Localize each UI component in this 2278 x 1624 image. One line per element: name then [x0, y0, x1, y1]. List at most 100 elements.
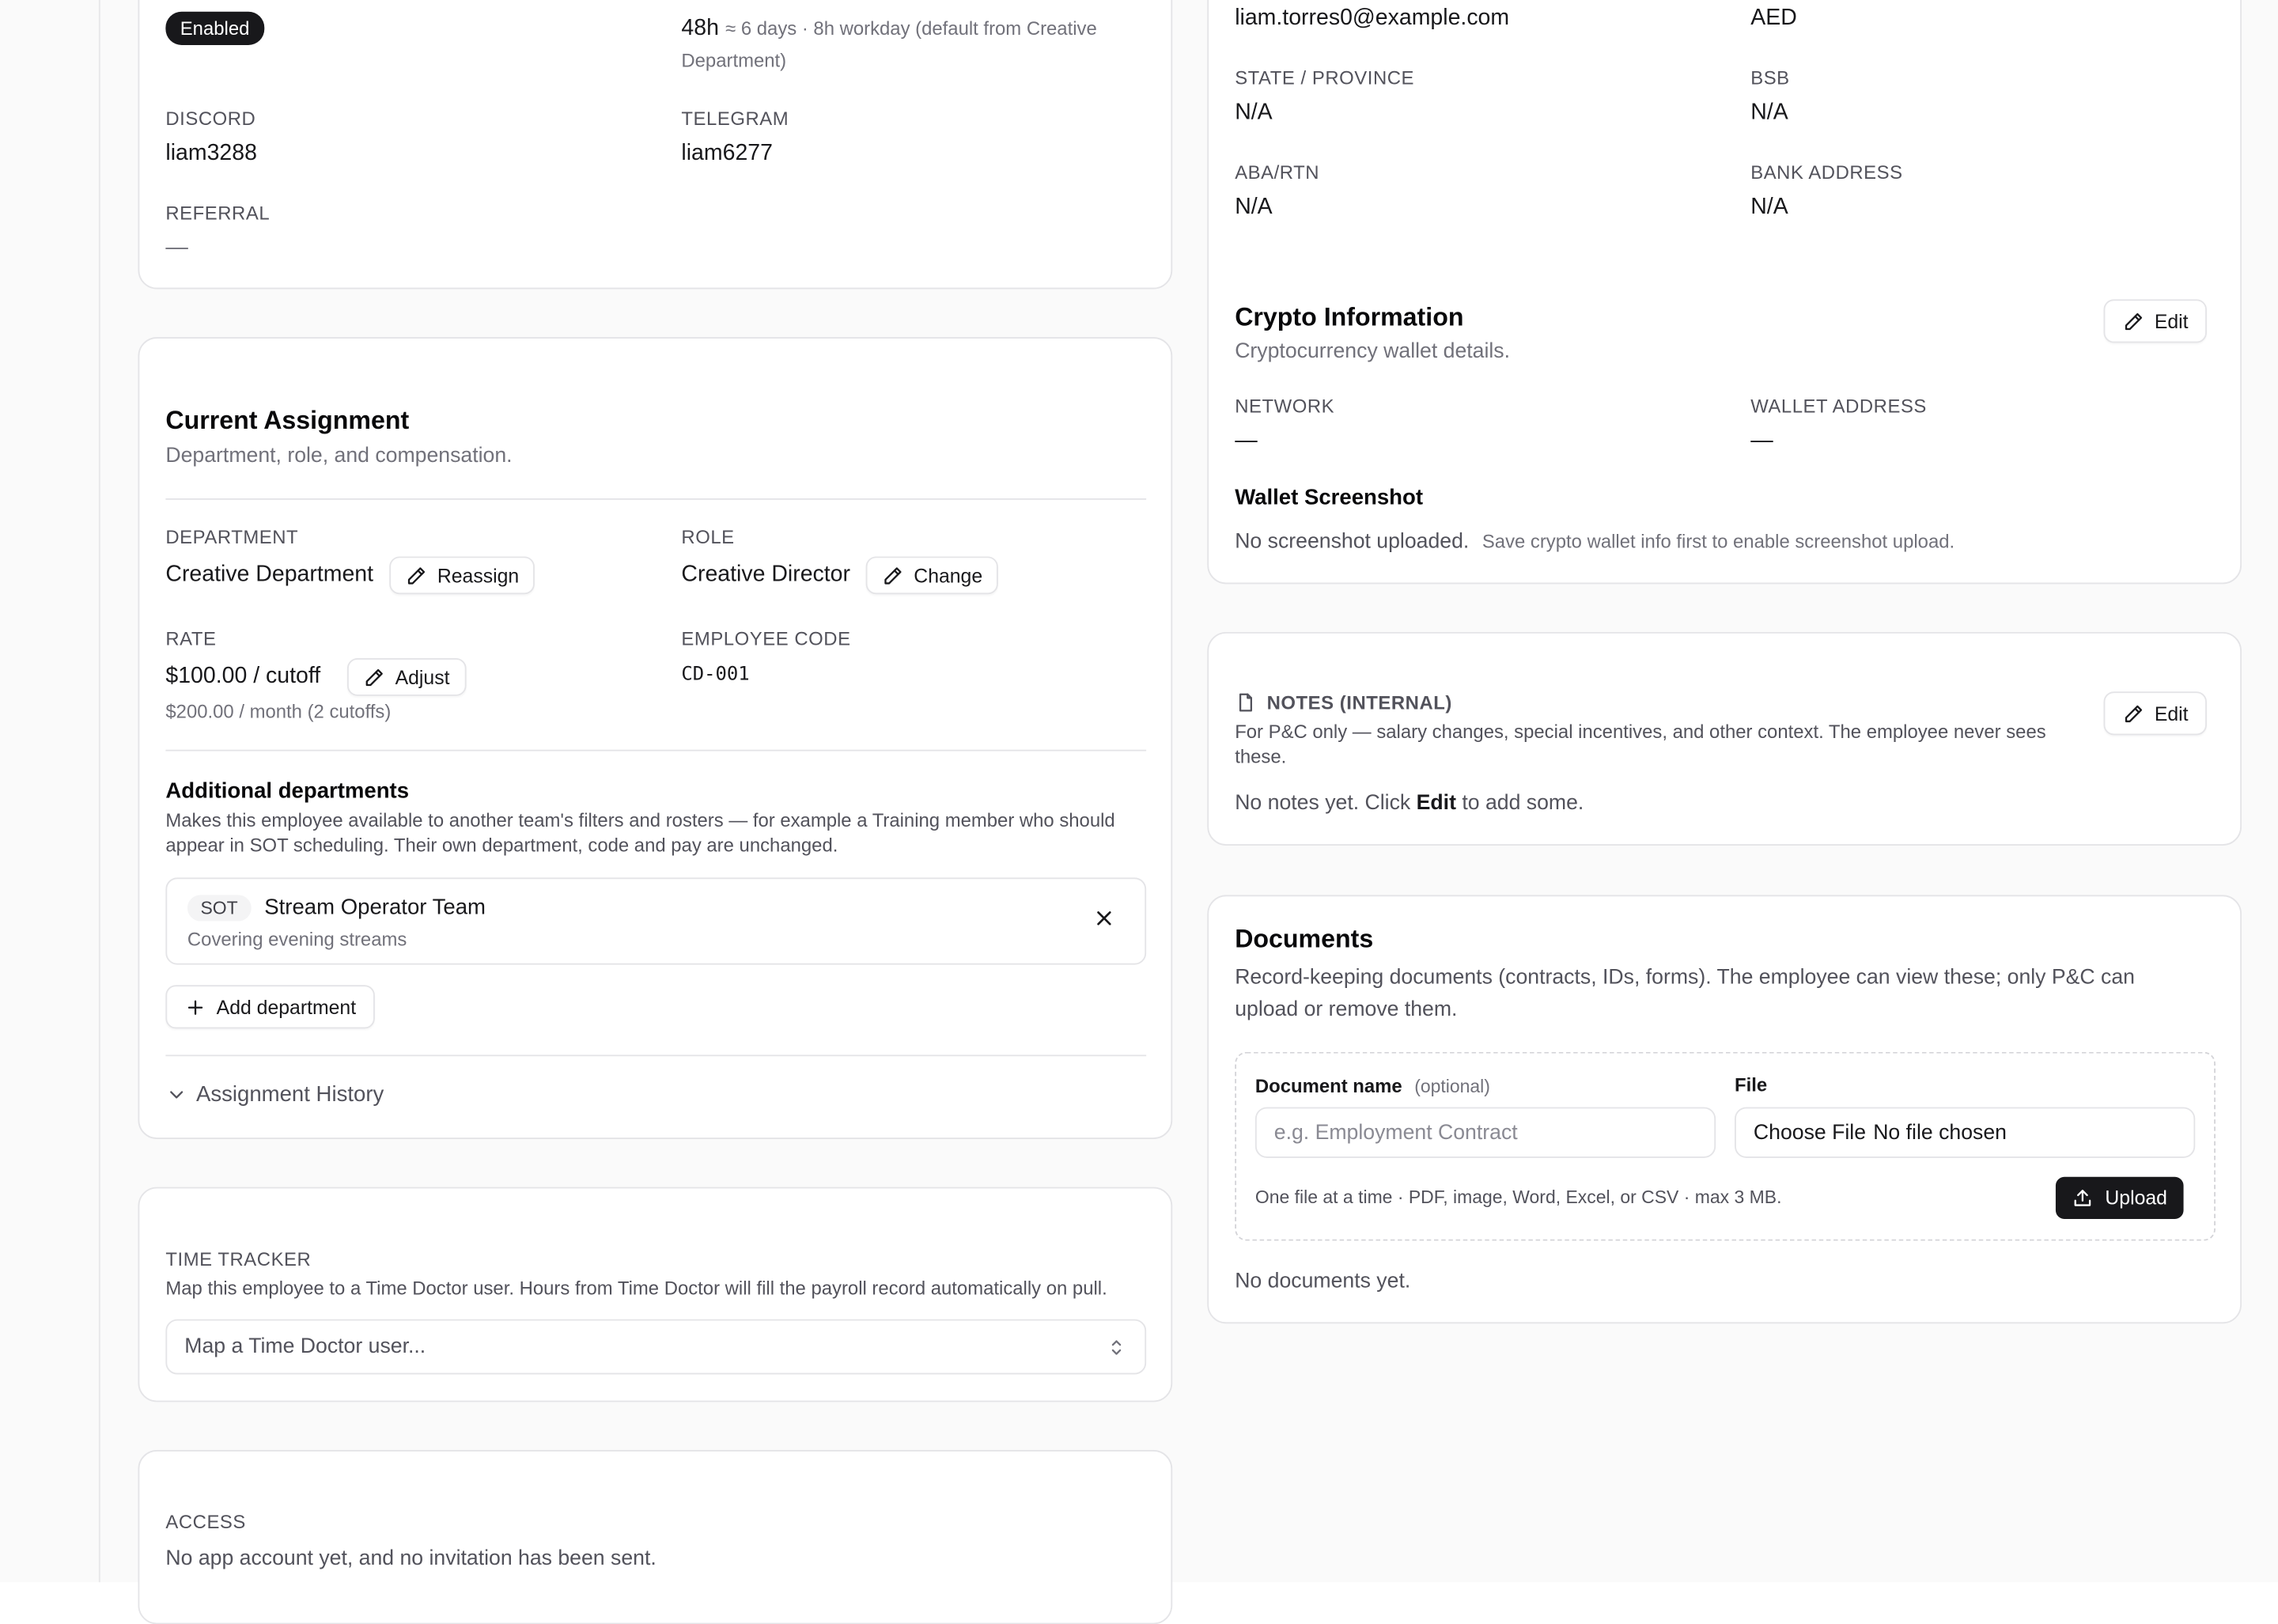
screenshot-status-text: No screenshot uploaded. [1235, 530, 1470, 554]
add-department-button[interactable]: Add department [165, 985, 375, 1029]
reassign-button[interactable]: Reassign [389, 556, 535, 595]
notes-empty-pre: No notes yet. Click [1235, 792, 1411, 816]
add-department-label: Add department [216, 996, 357, 1018]
no-file-text: No file chosen [1873, 1121, 2007, 1145]
notes-empty: No notes yet. Click Edit to add some. [1235, 792, 1584, 815]
telegram-value: liam6277 [681, 141, 773, 166]
upload-icon [2074, 1190, 2091, 1206]
document-name-optional: (optional) [1414, 1076, 1490, 1097]
assignment-subtitle: Department, role, and compensation. [165, 445, 513, 468]
documents-desc-2: upload or remove them. [1235, 997, 1458, 1022]
sidebar [0, 0, 100, 1583]
access-label: ACCESS [165, 1511, 246, 1533]
crypto-subtitle: Cryptocurrency wallet details. [1235, 339, 1511, 364]
documents-title: Documents [1235, 924, 1374, 953]
discord-label: DISCORD [165, 107, 256, 130]
document-name-placeholder: e.g. Employment Contract [1273, 1121, 1518, 1145]
department-value: Creative Department [165, 562, 374, 588]
rate-monthly: $200.00 / month (2 cutoffs) [165, 700, 392, 722]
file-input[interactable]: Choose File No file chosen [1735, 1107, 2196, 1158]
extra-department-item: SOT Stream Operator Team Covering evenin… [165, 877, 1147, 965]
workday-detail: ≈ 6 days · 8h workday (default from Crea… [725, 17, 1097, 40]
notes-desc-2: these. [1235, 745, 1287, 767]
bsb-value: N/A [1750, 100, 1788, 125]
plus-icon [187, 999, 203, 1015]
referral-value: — [165, 235, 188, 260]
notes-edit-label: Edit [2154, 702, 2189, 725]
change-role-button[interactable]: Change [865, 556, 999, 595]
documents-empty: No documents yet. [1235, 1270, 1411, 1293]
additional-desc-1: Makes this employee available to another… [165, 809, 1115, 831]
notes-empty-link[interactable]: Edit [1417, 792, 1456, 815]
department-label: DEPARTMENT [165, 525, 299, 548]
network-value: — [1235, 428, 1258, 454]
pencil-icon [884, 566, 902, 584]
notes-edit-button[interactable]: Edit [2103, 691, 2208, 736]
extra-department-note: Covering evening streams [187, 928, 407, 951]
assignment-history-label: Assignment History [195, 1082, 384, 1107]
upload-hint: One file at a time · PDF, image, Word, E… [1254, 1187, 1782, 1208]
referral-label: REFERRAL [165, 202, 271, 224]
file-icon [1239, 693, 1253, 712]
workday-info: 48h ≈ 6 days · 8h workday (default from … [681, 13, 1146, 78]
employee-code-value: CD-001 [681, 664, 750, 686]
close-icon[interactable] [1088, 903, 1120, 934]
assignment-title: Current Assignment [165, 405, 410, 435]
documents-desc-1: Record-keeping documents (contracts, IDs… [1235, 966, 2136, 990]
email-value: liam.torres0@example.com [1235, 6, 1510, 31]
access-card: ACCESS No app account yet, and no invita… [138, 1450, 1173, 1624]
adjust-rate-button[interactable]: Adjust [346, 658, 466, 696]
chevron-up-down-icon [1111, 1339, 1122, 1354]
documents-card: Documents Record-keeping documents (cont… [1207, 895, 2242, 1324]
payment-card: liam.torres0@example.com AED STATE / PRO… [1207, 0, 2242, 585]
assignment-card: Current Assignment Department, role, and… [138, 337, 1173, 1139]
wallet-address-value: — [1750, 428, 1773, 454]
pencil-icon [407, 566, 426, 584]
profile-card: Enabled 48h ≈ 6 days · 8h workday (defau… [138, 0, 1173, 290]
employee-code-label: EMPLOYEE CODE [681, 627, 851, 650]
workday-hours: 48h [681, 16, 719, 41]
time-tracker-label: TIME TRACKER [165, 1247, 312, 1270]
additional-departments-title: Additional departments [165, 778, 410, 804]
file-label: File [1735, 1073, 1768, 1096]
notes-header: NOTES (INTERNAL) [1235, 691, 1452, 714]
document-name-label: Document name (optional) [1255, 1073, 1490, 1100]
choose-file-button[interactable]: Choose File [1754, 1121, 1866, 1144]
time-doctor-select[interactable]: Map a Time Doctor user... [165, 1319, 1147, 1375]
crypto-title: Crypto Information [1235, 302, 1464, 331]
crypto-edit-label: Edit [2154, 310, 2189, 332]
state-label: STATE / PROVINCE [1235, 66, 1415, 89]
wallet-screenshot-status: No screenshot uploaded. Save crypto wall… [1235, 530, 1954, 553]
upload-label: Upload [2105, 1187, 2167, 1209]
adjust-label: Adjust [395, 666, 450, 688]
upload-zone: Document name (optional) e.g. Employment… [1235, 1051, 2216, 1241]
role-value: Creative Director [681, 562, 850, 588]
assignment-history-toggle[interactable]: Assignment History [165, 1082, 384, 1107]
screenshot-hint: Save crypto wallet info first to enable … [1481, 530, 1955, 552]
extra-department-name: Stream Operator Team [264, 895, 486, 920]
document-name-label-text: Document name [1254, 1075, 1402, 1097]
reassign-label: Reassign [437, 564, 520, 587]
bsb-label: BSB [1750, 66, 1790, 89]
crypto-edit-button[interactable]: Edit [2103, 299, 2208, 343]
divider [165, 1054, 1147, 1057]
notes-label: NOTES (INTERNAL) [1266, 691, 1452, 714]
pencil-icon [365, 668, 383, 686]
change-label: Change [914, 564, 983, 587]
aba-value: N/A [1235, 195, 1273, 220]
rate-value: $100.00 / cutoff [165, 664, 321, 689]
department-code-badge: SOT [187, 895, 252, 922]
divider [165, 498, 1147, 500]
document-name-input[interactable]: e.g. Employment Contract [1254, 1107, 1716, 1158]
wallet-screenshot-title: Wallet Screenshot [1235, 485, 1424, 510]
chevron-down-icon [170, 1091, 184, 1099]
discord-value: liam3288 [165, 141, 257, 166]
time-doctor-select-value: Map a Time Doctor user... [184, 1334, 426, 1359]
access-desc: No app account yet, and no invitation ha… [165, 1547, 657, 1571]
upload-button[interactable]: Upload [2055, 1176, 2184, 1219]
rate-label: RATE [165, 627, 217, 650]
aba-label: ABA/RTN [1235, 161, 1320, 184]
additional-desc-2: appear in SOT scheduling. Their own depa… [165, 834, 838, 856]
time-tracker-card: TIME TRACKER Map this employee to a Time… [138, 1187, 1173, 1403]
bank-address-value: N/A [1750, 195, 1788, 220]
